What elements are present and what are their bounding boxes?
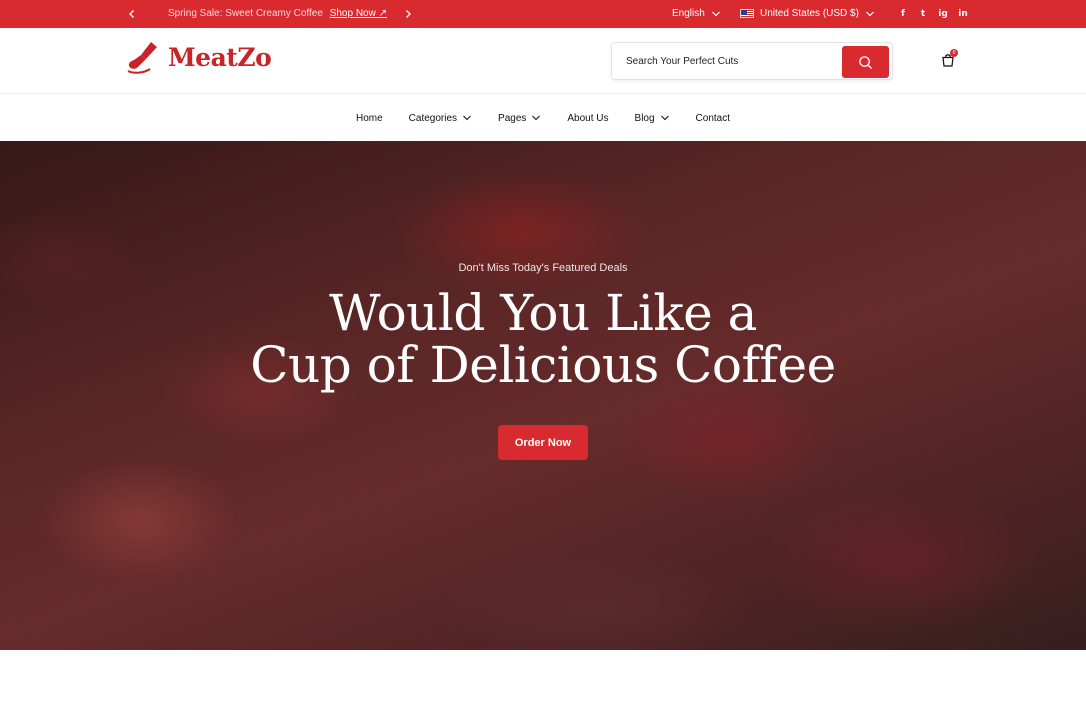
shop-now-link[interactable]: Shop Now ↗ — [330, 8, 387, 19]
search-button[interactable] — [842, 46, 889, 78]
top-announcement-bar: Spring Sale: Sweet Creamy Coffee Shop No… — [0, 0, 1086, 28]
language-label: English — [672, 8, 705, 19]
promo-message: Spring Sale: Sweet Creamy Coffee Shop No… — [168, 8, 387, 19]
promo-text: Spring Sale: Sweet Creamy Coffee — [168, 8, 323, 19]
currency-label: United States (USD $) — [760, 8, 859, 19]
hero-title-line-2: Cup of Delicious Coffee — [250, 336, 836, 394]
hero-title: Would You Like a Cup of Delicious Coffee — [0, 287, 1086, 391]
promo-next-arrow[interactable] — [400, 6, 416, 22]
chevron-right-icon — [406, 10, 411, 18]
nav-item-contact[interactable]: Contact — [696, 113, 730, 124]
chevron-down-icon — [866, 11, 874, 16]
chevron-down-icon — [711, 11, 720, 16]
cart-count-badge: 0 — [950, 49, 958, 57]
nav-item-categories[interactable]: Categories — [409, 113, 472, 124]
logo-text: MeatZo — [168, 42, 272, 72]
chevron-down-icon — [532, 115, 541, 121]
nav-item-label: Home — [355, 112, 383, 124]
nav-item-label: About Us — [567, 112, 609, 124]
main-nav: Home Categories Pages About Us Blog Cont… — [0, 95, 1086, 141]
site-header: MeatZo 0 — [0, 28, 1086, 94]
facebook-icon[interactable]: f — [898, 8, 908, 20]
hero-banner: Don't Miss Today's Featured Deals Would … — [0, 141, 1086, 650]
nav-item-home[interactable]: Home — [356, 113, 383, 124]
search-box — [611, 42, 893, 80]
nav-item-label: Categories — [408, 112, 458, 124]
nav-item-label: Blog — [634, 112, 655, 124]
search-icon — [859, 55, 873, 69]
twitter-icon[interactable]: t — [918, 8, 928, 20]
language-selector[interactable]: English — [672, 8, 721, 19]
hero-content: Don't Miss Today's Featured Deals Would … — [0, 141, 1086, 650]
order-now-button[interactable]: Order Now — [498, 425, 588, 460]
chevron-down-icon — [660, 115, 669, 121]
nav-item-label: Contact — [695, 112, 731, 124]
promo-prev-arrow[interactable] — [124, 6, 140, 22]
nav-item-label: Pages — [498, 112, 527, 124]
search-input[interactable] — [612, 43, 842, 79]
currency-selector[interactable]: United States (USD $) — [740, 8, 875, 19]
instagram-icon[interactable]: ig — [938, 8, 948, 20]
hero-title-line-1: Would You Like a — [329, 284, 757, 342]
site-logo[interactable]: MeatZo — [126, 38, 272, 76]
cleaver-logo-icon — [127, 42, 157, 74]
nav-item-pages[interactable]: Pages — [498, 113, 541, 124]
linkedin-icon[interactable]: in — [958, 8, 968, 20]
us-flag-icon — [740, 9, 754, 18]
chevron-left-icon — [129, 10, 134, 18]
cart-button[interactable]: 0 — [940, 49, 958, 70]
social-links: f t ig in — [898, 8, 968, 20]
chevron-down-icon — [463, 115, 471, 121]
hero-subtitle: Don't Miss Today's Featured Deals — [458, 262, 628, 274]
nav-item-blog[interactable]: Blog — [635, 113, 670, 124]
nav-item-about-us[interactable]: About Us — [567, 113, 608, 124]
